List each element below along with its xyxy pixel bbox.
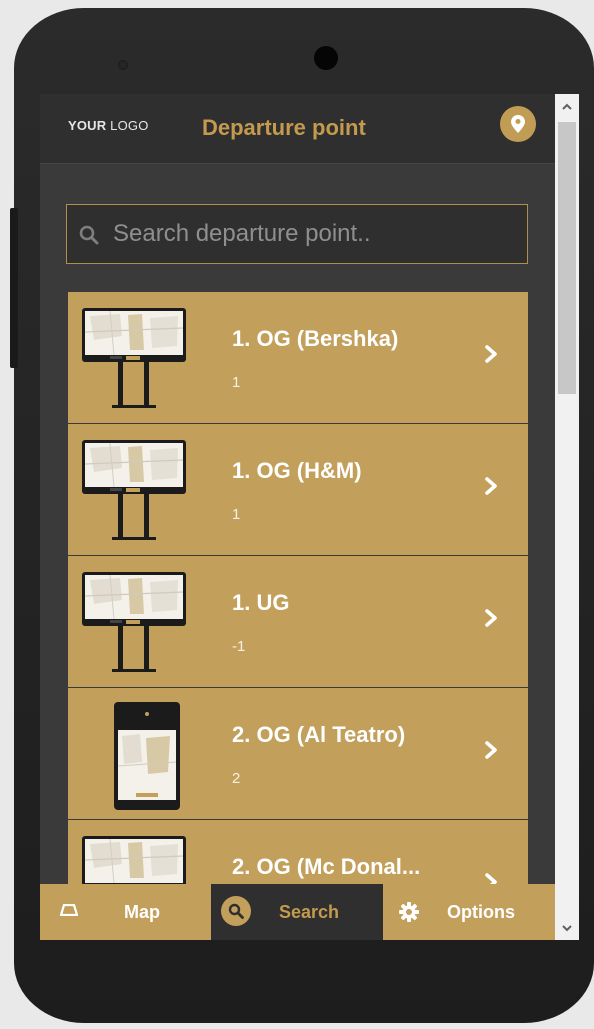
scroll-down-button[interactable]: [555, 918, 579, 938]
sensor-dot: [118, 60, 128, 70]
tab-options[interactable]: Options: [383, 884, 555, 940]
list-item[interactable]: 1. UG -1: [68, 556, 528, 688]
camera: [314, 46, 338, 70]
kiosk-thumbnail: [80, 306, 188, 414]
logo: YOUR LOGO: [68, 118, 149, 133]
chevron-right-icon[interactable]: [484, 344, 498, 369]
chevron-right-icon[interactable]: [484, 476, 498, 501]
search-icon: [221, 896, 251, 926]
kiosk-thumbnail: [80, 570, 188, 678]
list-item-level: 1: [232, 374, 241, 391]
bottom-tab-bar: Map Search Options: [40, 884, 555, 940]
list-item-name: 2. OG (Mc Donal...: [232, 854, 421, 879]
tab-search-label: Search: [279, 902, 340, 922]
tab-options-label: Options: [447, 902, 515, 922]
map-pin-icon: [511, 115, 525, 133]
app: YOUR LOGO Departure point 1. OG (Bershka…: [40, 94, 555, 940]
tab-map[interactable]: Map: [40, 884, 211, 940]
screen: YOUR LOGO Departure point 1. OG (Bershka…: [40, 94, 555, 940]
tab-search[interactable]: Search: [211, 884, 383, 940]
list-item-level: 1: [232, 506, 241, 523]
search-field[interactable]: [66, 204, 528, 264]
departure-list: 1. OG (Bershka) 1 1. OG (H&M) 1 1. UG -1 2.…: [68, 292, 528, 940]
list-item[interactable]: 1. OG (H&M) 1: [68, 424, 528, 556]
kiosk-thumbnail: [80, 438, 188, 546]
tab-map-label: Map: [124, 902, 160, 922]
scroll-up-button[interactable]: [555, 96, 579, 116]
list-item-name: 2. OG (Al Teatro): [232, 722, 406, 747]
search-input[interactable]: [113, 217, 513, 251]
list-item-name: 1. OG (H&M): [232, 458, 362, 483]
page-title: Departure point: [202, 115, 366, 140]
chevron-up-icon: [562, 103, 572, 110]
search-icon: [79, 225, 99, 245]
list-item-name: 1. UG: [232, 590, 290, 615]
list-item-name: 1. OG (Bershka): [232, 326, 399, 351]
location-button[interactable]: [500, 106, 536, 142]
list-item-level: 2: [232, 770, 241, 787]
list-item-level: -1: [232, 638, 246, 655]
list-item[interactable]: 1. OG (Bershka) 1: [68, 292, 528, 424]
gear-icon: [399, 902, 419, 922]
scrollbar-thumb[interactable]: [558, 122, 576, 394]
header: YOUR LOGO Departure point: [40, 94, 555, 164]
chevron-right-icon[interactable]: [484, 740, 498, 765]
chevron-right-icon[interactable]: [484, 608, 498, 633]
map-icon: [60, 904, 78, 916]
scrollbar[interactable]: [555, 94, 579, 940]
chevron-down-icon: [562, 924, 572, 931]
list-item[interactable]: 2. OG (Al Teatro) 2: [68, 688, 528, 820]
kiosk-thumbnail: [80, 702, 188, 810]
side-button: [10, 208, 18, 368]
